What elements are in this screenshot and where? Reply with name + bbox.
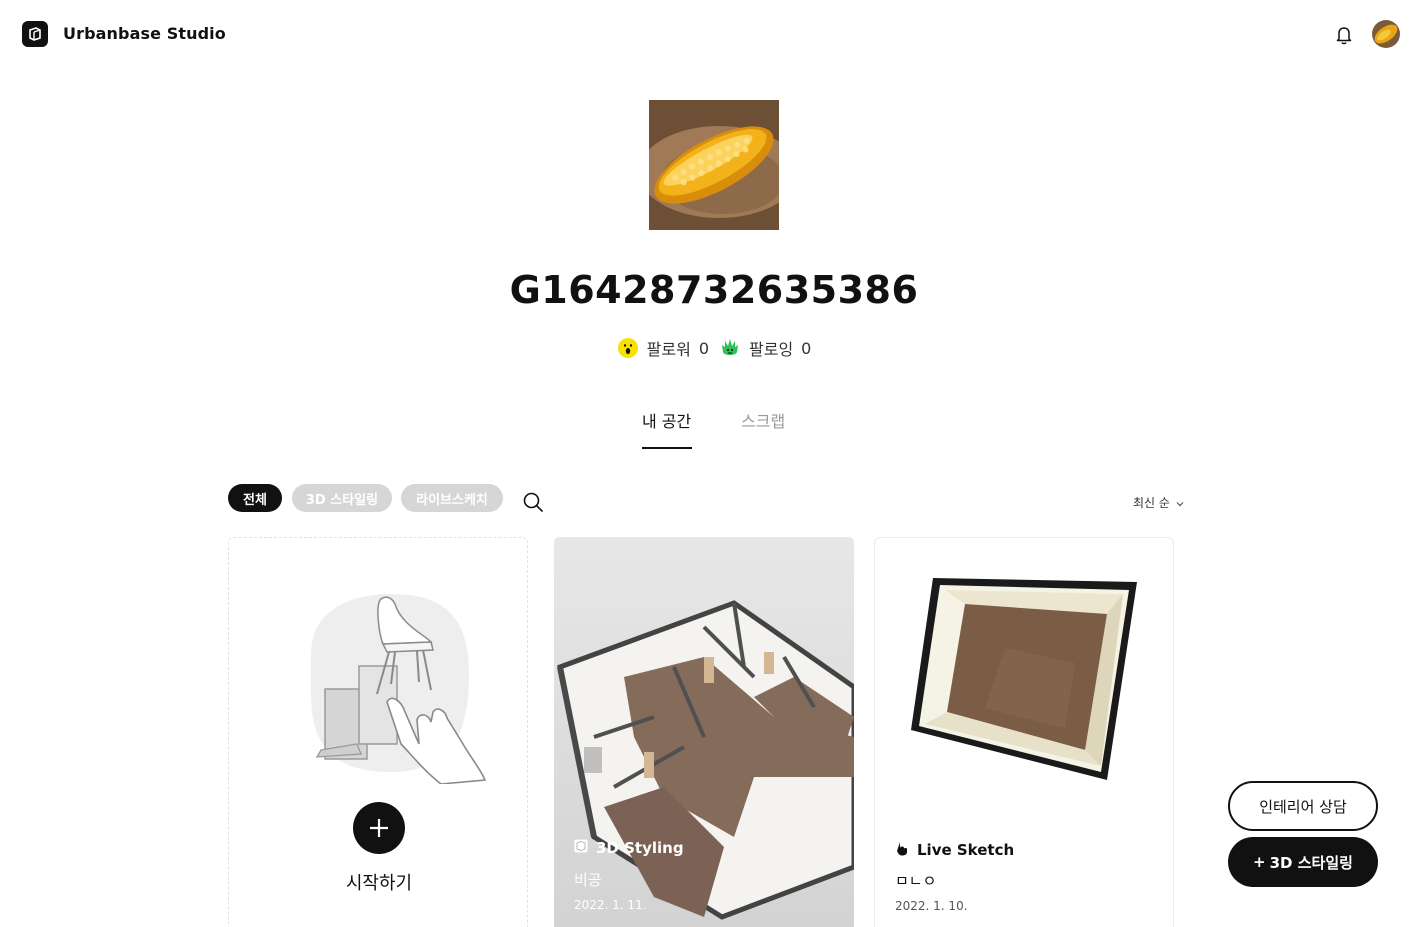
new-3d-styling-button[interactable]: + 3D 스타일링 — [1228, 837, 1378, 887]
brand-name[interactable]: Urbanbase Studio — [63, 24, 226, 43]
sort-dropdown[interactable]: 최신 순 — [1133, 494, 1184, 511]
new-3d-styling-label: 3D 스타일링 — [1269, 853, 1353, 872]
3d-styling-icon — [574, 839, 588, 857]
followers-link[interactable]: 팔로워 0 — [617, 336, 709, 360]
interior-consult-button[interactable]: 인테리어 상담 — [1228, 781, 1378, 831]
card-date: 2022. 1. 11. — [574, 898, 647, 912]
profile-image — [649, 100, 779, 230]
card-date: 2022. 1. 10. — [895, 899, 968, 913]
following-count: 0 — [801, 338, 812, 358]
filter-chip-3d-styling[interactable]: 3D 스타일링 — [292, 484, 392, 512]
space-card-3d-styling[interactable]: 3D Styling 비공 2022. 1. 11. — [554, 537, 854, 927]
card-type-label: 3D Styling — [596, 839, 684, 857]
search-icon[interactable] — [522, 491, 544, 513]
following-label: 팔로잉 — [749, 340, 794, 359]
live-sketch-icon — [895, 840, 909, 860]
urbanbase-logo-icon[interactable] — [22, 21, 48, 47]
space-card-live-sketch[interactable]: Live Sketch ㅁㄴㅇ 2022. 1. 10. — [874, 537, 1174, 927]
room-render — [911, 578, 1137, 780]
filter-chip-all[interactable]: 전체 — [228, 484, 282, 512]
card-type-row: Live Sketch — [895, 840, 1014, 860]
chevron-down-icon — [1176, 496, 1184, 510]
top-header: Urbanbase Studio — [0, 0, 1428, 68]
card-title: 비공 — [574, 871, 602, 889]
filter-chip-live-sketch[interactable]: 라이브스케치 — [401, 484, 503, 512]
profile-username: G16428732635386 — [509, 268, 919, 312]
plus-icon: + — [1253, 853, 1266, 871]
card-type-label: Live Sketch — [917, 841, 1015, 859]
start-plus-button[interactable] — [353, 802, 405, 854]
bell-icon[interactable] — [1334, 24, 1354, 46]
hand-chair-illustration — [291, 594, 491, 785]
active-tab-indicator — [642, 447, 692, 449]
followers-count: 0 — [698, 338, 709, 358]
card-type-row: 3D Styling — [574, 839, 684, 857]
surprised-face-icon — [617, 337, 639, 359]
follow-stats: 팔로워 0 팔로잉 0 — [0, 336, 1428, 360]
user-avatar[interactable] — [1372, 20, 1400, 48]
green-hand-icon — [719, 337, 741, 359]
following-link[interactable]: 팔로잉 0 — [719, 336, 811, 360]
start-card[interactable]: 시작하기 — [228, 537, 528, 927]
followers-label: 팔로워 — [646, 340, 691, 359]
tab-my-space[interactable]: 내 공간 — [642, 408, 691, 432]
tab-scrap[interactable]: 스크랩 — [741, 408, 785, 432]
card-title: ㅁㄴㅇ — [895, 872, 937, 890]
start-label: 시작하기 — [345, 873, 413, 894]
sort-label: 최신 순 — [1133, 496, 1170, 510]
